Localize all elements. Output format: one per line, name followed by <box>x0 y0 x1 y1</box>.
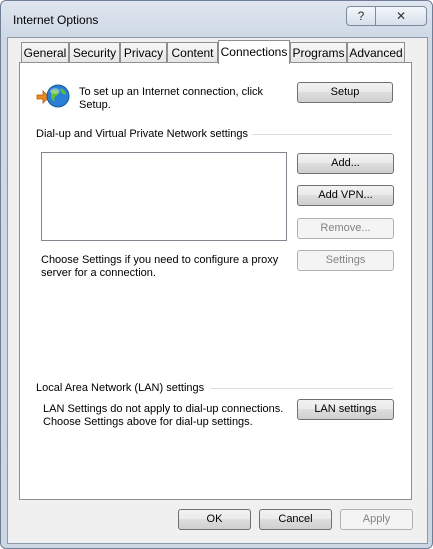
lan-heading: Local Area Network (LAN) settings <box>36 382 205 394</box>
tab-advanced[interactable]: Advanced <box>347 42 405 62</box>
settings-button[interactable]: Settings <box>297 250 394 271</box>
tab-content[interactable]: Content <box>167 42 218 62</box>
ok-button[interactable]: OK <box>178 509 251 530</box>
window-title: Internet Options <box>13 13 99 27</box>
setup-text-line2: Setup. <box>79 99 111 111</box>
dialup-heading: Dial-up and Virtual Private Network sett… <box>36 128 248 140</box>
close-button[interactable]: ✕ <box>375 6 427 26</box>
connections-listbox[interactable] <box>41 152 287 241</box>
help-button[interactable]: ? <box>346 6 376 26</box>
lan-text-line1: LAN Settings do not apply to dial-up con… <box>43 403 284 415</box>
dialup-separator <box>252 134 392 135</box>
tab-general[interactable]: General <box>21 42 69 62</box>
globe-connection-icon <box>36 84 70 108</box>
add-button[interactable]: Add... <box>297 153 394 174</box>
tab-programs[interactable]: Programs <box>290 42 347 62</box>
cancel-button[interactable]: Cancel <box>259 509 332 530</box>
apply-button[interactable]: Apply <box>340 509 413 530</box>
tab-privacy[interactable]: Privacy <box>120 42 167 62</box>
lan-separator <box>210 388 393 389</box>
add-vpn-button[interactable]: Add VPN... <box>297 185 394 206</box>
proxy-text-line2: server for a connection. <box>41 267 156 279</box>
setup-text-line1: To set up an Internet connection, click <box>79 86 264 98</box>
tab-security[interactable]: Security <box>69 42 120 62</box>
remove-button[interactable]: Remove... <box>297 218 394 239</box>
setup-button[interactable]: Setup <box>297 82 393 103</box>
tab-connections[interactable]: Connections <box>218 40 290 64</box>
lan-settings-button[interactable]: LAN settings <box>297 399 394 420</box>
connections-panel: To set up an Internet connection, click … <box>19 62 412 500</box>
lan-text-line2: Choose Settings above for dial-up settin… <box>43 416 253 428</box>
proxy-text-line1: Choose Settings if you need to configure… <box>41 254 279 266</box>
